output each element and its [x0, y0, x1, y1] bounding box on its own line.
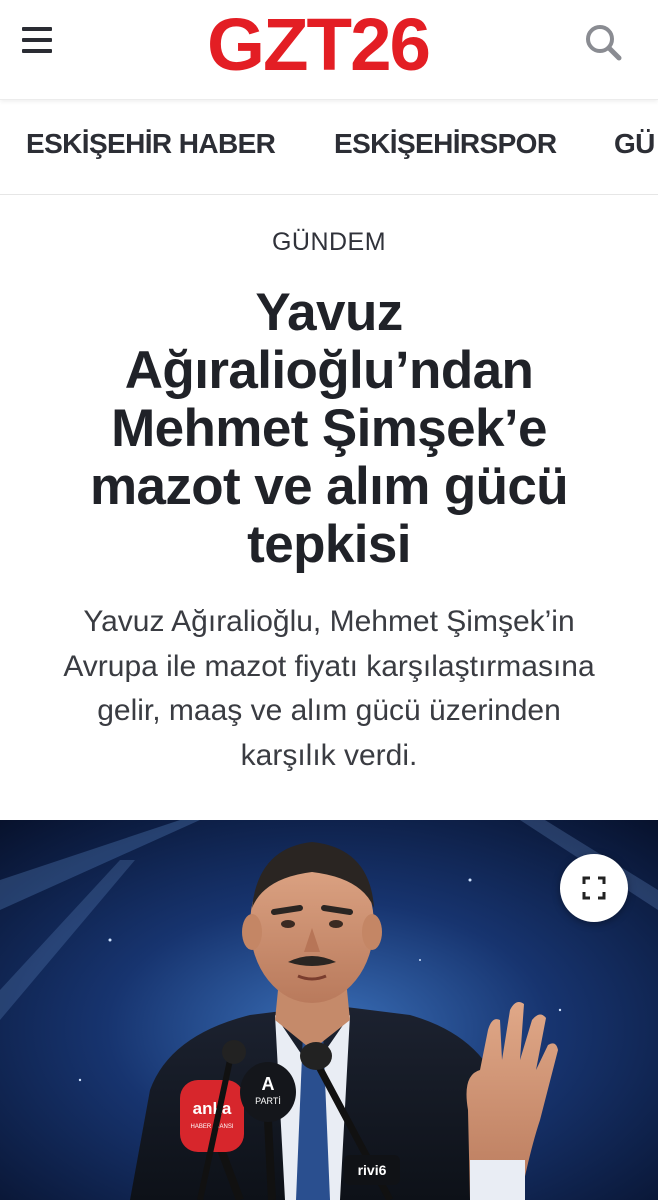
- logo-text: GZT26: [207, 8, 429, 78]
- hero-illustration: anka HABER AJANSI A PARTİ rivi6: [0, 820, 658, 1200]
- article-category[interactable]: GÜNDEM: [0, 228, 658, 257]
- article-hero-image[interactable]: anka HABER AJANSI A PARTİ rivi6: [0, 820, 658, 1200]
- title-line: tepkisi: [247, 515, 411, 574]
- title-line: Mehmet Şimşek’e: [111, 399, 547, 458]
- summary-line: gelir, maaş ve alım gücü üzerinden: [97, 694, 561, 727]
- mic-label-a: A: [262, 1074, 275, 1094]
- title-line: Ağıralioğlu’ndan: [124, 341, 534, 400]
- site-logo[interactable]: GZT26: [205, 8, 431, 78]
- summary-line: Yavuz Ağıralioğlu, Mehmet Şimşek’in: [83, 605, 575, 638]
- hamburger-menu-icon[interactable]: [20, 25, 56, 57]
- article-summary: Yavuz Ağıralioğlu, Mehmet Şimşek’in Avru…: [20, 600, 638, 778]
- title-line: Yavuz: [255, 283, 403, 342]
- article-title: Yavuz Ağıralioğlu’ndan Mehmet Şimşek’e m…: [30, 284, 628, 574]
- mic-label-rivi: rivi6: [358, 1162, 387, 1178]
- title-line: mazot ve alım gücü: [89, 457, 569, 516]
- summary-line: Avrupa ile mazot fiyatı karşılaştırmasın…: [63, 649, 595, 683]
- summary-line: karşılık verdi.: [240, 738, 418, 772]
- nav-item-gundem[interactable]: GÜ: [614, 128, 655, 160]
- mic-label-parti: PARTİ: [255, 1096, 281, 1106]
- category-nav: ESKİŞEHİR HABER ESKİŞEHİRSPOR GÜ: [0, 100, 658, 195]
- nav-item-eskisehir-haber[interactable]: ESKİŞEHİR HABER: [26, 128, 276, 160]
- search-icon[interactable]: [582, 22, 626, 62]
- expand-fullscreen-icon[interactable]: [560, 854, 628, 922]
- mic-label-anka: anka: [193, 1099, 232, 1118]
- nav-item-eskisehirspor[interactable]: ESKİŞEHİRSPOR: [334, 128, 557, 160]
- site-header: GZT26: [0, 0, 658, 100]
